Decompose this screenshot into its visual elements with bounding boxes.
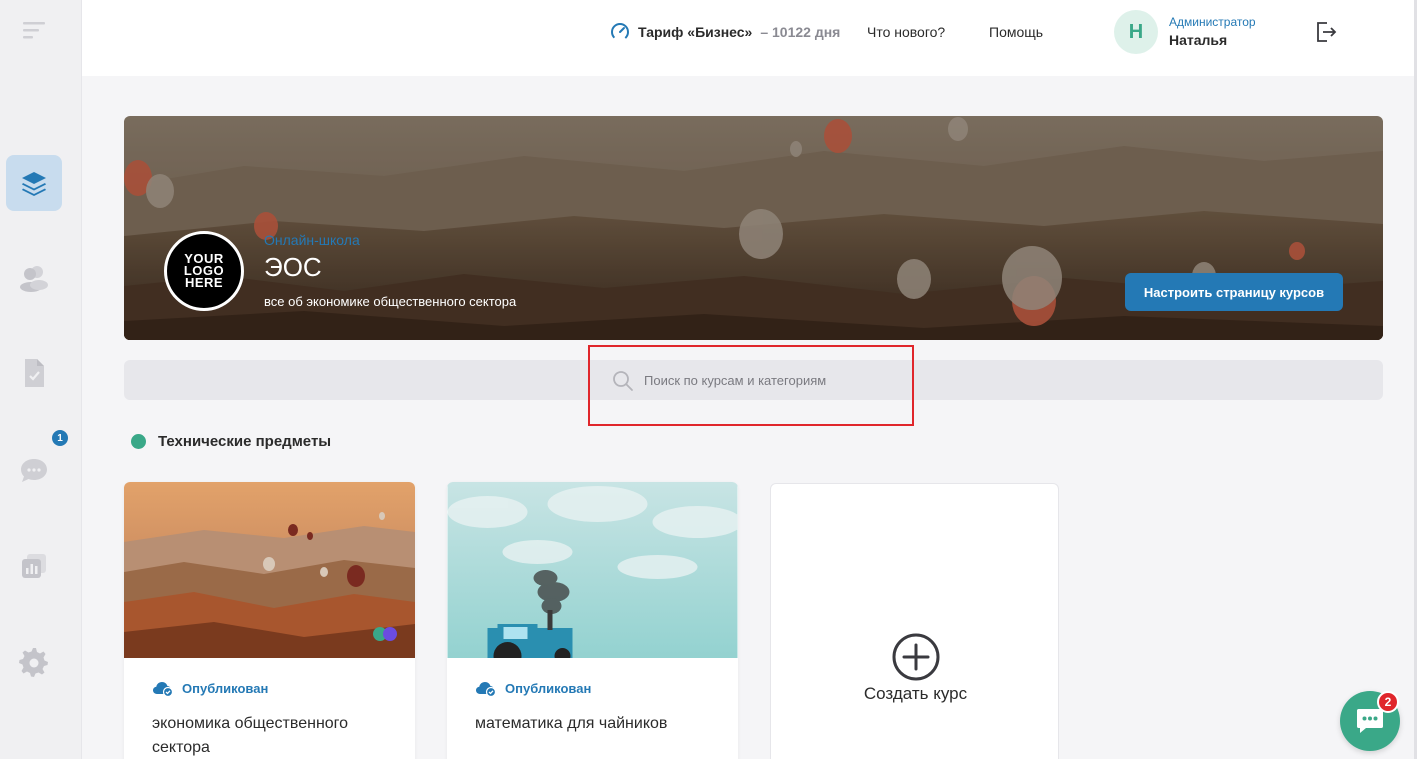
sidebar-item-users[interactable] xyxy=(6,250,62,306)
logo-text: YOUR LOGO HERE xyxy=(183,251,225,290)
speedometer-icon xyxy=(611,23,629,41)
school-name: ЭОС xyxy=(264,252,322,282)
school-type-label: Онлайн-школа xyxy=(264,232,360,248)
chat-icon xyxy=(21,459,47,482)
assignments-icon xyxy=(25,359,44,387)
chat-bubble-icon xyxy=(1357,709,1383,733)
sidebar-item-courses[interactable] xyxy=(6,155,62,211)
school-description: все об экономике общественного сектора xyxy=(264,294,517,309)
sidebar-item-settings[interactable] xyxy=(6,634,62,690)
create-course-label: Создать курс xyxy=(863,684,968,703)
highlight-box xyxy=(588,345,914,426)
user-role: Администратор xyxy=(1169,15,1256,29)
school-banner: YOUR LOGO HERE Онлайн-школа ЭОС все об э… xyxy=(124,116,1383,340)
course-title[interactable]: экономика общественного сектора xyxy=(152,712,392,759)
color-tags xyxy=(373,627,397,641)
whats-new-link[interactable]: Что нового? xyxy=(867,24,945,40)
plus-circle-icon xyxy=(892,633,940,681)
course-cover-image xyxy=(124,482,415,658)
users-icon xyxy=(20,266,48,292)
menu-toggle[interactable] xyxy=(6,2,62,58)
avatar[interactable]: Н xyxy=(1114,10,1158,54)
sidebar-item-assignments[interactable] xyxy=(6,345,62,401)
course-cover-image xyxy=(447,482,738,658)
logout-icon[interactable] xyxy=(1314,20,1338,44)
tariff-info[interactable]: Тариф «Бизнес» – 10122 дня xyxy=(610,22,840,42)
create-course-card[interactable]: Создать курс xyxy=(770,483,1059,759)
tariff-days: – 10122 дня xyxy=(760,24,841,40)
course-card[interactable]: Опубликован экономика общественного сект… xyxy=(124,482,415,759)
messages-badge: 1 xyxy=(52,430,68,446)
sidebar: 1 xyxy=(0,0,82,759)
help-link[interactable]: Помощь xyxy=(989,24,1043,40)
course-status-label: Опубликован xyxy=(182,680,269,696)
tariff-name: Тариф «Бизнес» xyxy=(638,24,753,40)
category-title: Технические предметы xyxy=(158,433,332,450)
school-logo: YOUR LOGO HERE xyxy=(164,231,244,311)
user-name: Наталья xyxy=(1169,32,1228,48)
course-status: Опубликован xyxy=(152,679,268,697)
cloud-check-icon xyxy=(153,682,174,697)
chat-notification-badge: 2 xyxy=(1377,691,1399,713)
menu-icon xyxy=(23,22,45,39)
course-title[interactable]: математика для чайников xyxy=(475,712,715,736)
sidebar-item-analytics[interactable] xyxy=(6,538,62,594)
settings-icon xyxy=(19,648,48,677)
course-status-label: Опубликован xyxy=(505,680,592,696)
sidebar-item-messages[interactable]: 1 xyxy=(6,430,68,498)
analytics-icon xyxy=(22,554,46,578)
course-card[interactable]: Опубликован математика для чайников xyxy=(447,482,738,759)
cloud-check-icon xyxy=(476,682,497,697)
category-color-dot xyxy=(131,434,146,449)
layers-icon xyxy=(22,172,46,196)
top-header: Тариф «Бизнес» – 10122 дня Что нового? П… xyxy=(82,0,1417,76)
configure-courses-page-button[interactable]: Настроить страницу курсов xyxy=(1125,273,1343,311)
course-status: Опубликован xyxy=(475,679,591,697)
